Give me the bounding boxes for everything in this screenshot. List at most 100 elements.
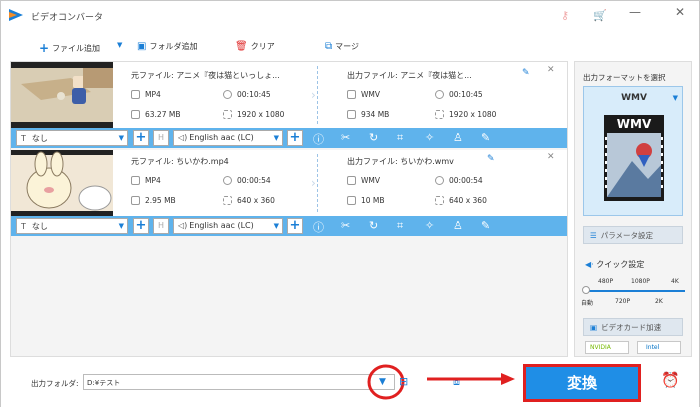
subtitle-edit-icon[interactable]: ✎ bbox=[481, 131, 490, 144]
audio-select[interactable]: ◁) English aac (LC) ▼ bbox=[173, 130, 283, 146]
quality-2k: 2K bbox=[655, 298, 663, 305]
source-format: MP4 bbox=[131, 90, 161, 99]
add-folder-button[interactable]: ▣ フォルダ追加 bbox=[137, 41, 197, 52]
scissors-icon[interactable]: ✂ bbox=[341, 219, 350, 232]
file-icon bbox=[131, 196, 140, 205]
speaker-icon: ◁) bbox=[178, 221, 188, 230]
clock-icon bbox=[223, 176, 232, 185]
remove-file-icon[interactable]: ✕ bbox=[547, 152, 555, 162]
convert-button[interactable]: 変換 bbox=[523, 364, 641, 402]
arrow-annotation bbox=[427, 373, 515, 385]
divider bbox=[317, 154, 318, 212]
effects-icon[interactable]: ✧ bbox=[425, 131, 434, 144]
chevron-down-icon: ▼ bbox=[118, 222, 124, 230]
merge-button[interactable]: ⧉ マージ bbox=[325, 41, 359, 52]
add-folder-label: フォルダ追加 bbox=[149, 42, 198, 51]
source-resolution: 640 x 360 bbox=[223, 196, 275, 205]
format-icon bbox=[347, 176, 356, 185]
info-icon[interactable]: ⓘ bbox=[313, 131, 324, 147]
quality-auto: 自動 bbox=[581, 300, 594, 307]
intel-badge[interactable]: Intel bbox=[637, 341, 681, 354]
arrow-right-icon: › bbox=[311, 88, 316, 102]
title-bar: ビデオコンバータ ⚷ 🛒 — ✕ bbox=[1, 1, 699, 29]
output-size: 934 MB bbox=[347, 110, 389, 119]
edit-icon[interactable]: ✎ bbox=[522, 68, 530, 78]
add-subtitle-button[interactable]: + bbox=[133, 218, 149, 234]
output-folder-label: 出力フォルダ: bbox=[31, 379, 79, 388]
quick-settings-label: ◀· クイック設定 bbox=[585, 260, 645, 269]
subtitle-edit-icon[interactable]: ✎ bbox=[481, 219, 490, 232]
open-folder-icon[interactable]: ⊟ bbox=[399, 375, 408, 388]
quality-slider[interactable] bbox=[585, 290, 685, 292]
clock-icon bbox=[435, 90, 444, 99]
close-button[interactable]: ✕ bbox=[675, 5, 685, 19]
source-format: MP4 bbox=[131, 176, 161, 185]
quick-settings-icon: ◀· bbox=[585, 260, 594, 269]
output-folder-dropdown-icon[interactable]: ▼ bbox=[379, 377, 386, 387]
source-size: 63.27 MB bbox=[131, 110, 180, 119]
trash-icon: 🗑 bbox=[235, 41, 248, 52]
file-action-bar: T なし ▼ + H ◁) English aac (LC) ▼ + ⓘ ✂ ↻ ⌗… bbox=[11, 128, 567, 148]
info-icon[interactable]: ⓘ bbox=[313, 219, 324, 235]
format-icon bbox=[131, 90, 140, 99]
subtitle-select[interactable]: T なし ▼ bbox=[16, 218, 128, 234]
gpu-acceleration-button[interactable]: ▣ ビデオカード加速 bbox=[583, 318, 683, 336]
format-icon bbox=[347, 90, 356, 99]
resolution-icon bbox=[435, 110, 444, 119]
output-resolution: 1920 x 1080 bbox=[435, 110, 496, 119]
add-subtitle-button[interactable]: + bbox=[133, 130, 149, 146]
video-thumbnail bbox=[11, 150, 113, 216]
minimize-button[interactable]: — bbox=[629, 5, 641, 19]
arrow-right-icon: › bbox=[311, 176, 316, 190]
quality-4k: 4K bbox=[671, 278, 679, 285]
file-row[interactable]: 元ファイル: ちいかわ.mp4 MP4 00:00:54 2.95 MB 640… bbox=[11, 150, 567, 216]
effects-icon[interactable]: ✧ bbox=[425, 219, 434, 232]
gpu-icon: ▣ bbox=[590, 323, 598, 332]
quality-slider-handle[interactable] bbox=[582, 286, 590, 294]
audio-select[interactable]: ◁) English aac (LC) ▼ bbox=[173, 218, 283, 234]
output-file-name: 出力ファイル: アニメ『夜は猫と... bbox=[347, 71, 472, 80]
sliders-icon: ☰ bbox=[590, 231, 597, 240]
remove-file-icon[interactable]: ✕ bbox=[547, 65, 555, 75]
add-file-dropdown-icon[interactable]: ▼ bbox=[117, 41, 122, 49]
hevc-icon[interactable]: H bbox=[153, 130, 169, 146]
watermark-icon[interactable]: ♙ bbox=[453, 219, 463, 232]
crop-icon[interactable]: ⌗ bbox=[397, 219, 403, 233]
add-audio-button[interactable]: + bbox=[287, 218, 303, 234]
clock-icon bbox=[223, 90, 232, 99]
output-duration: 00:10:45 bbox=[435, 90, 483, 99]
file-list: 元ファイル: アニメ『夜は猫といっしょ... MP4 00:10:45 63.2… bbox=[10, 61, 568, 357]
hevc-icon[interactable]: H bbox=[153, 218, 169, 234]
source-file-name: 元ファイル: アニメ『夜は猫といっしょ... bbox=[131, 71, 280, 80]
crop-icon[interactable]: ⌗ bbox=[397, 131, 403, 145]
watermark-icon[interactable]: ♙ bbox=[453, 131, 463, 144]
rotate-icon[interactable]: ↻ bbox=[369, 219, 378, 232]
format-selector[interactable]: WMV ▼ WMV bbox=[583, 86, 683, 216]
chevron-down-icon: ▼ bbox=[273, 134, 279, 142]
source-resolution: 1920 x 1080 bbox=[223, 110, 284, 119]
source-duration: 00:00:54 bbox=[223, 176, 271, 185]
file-row[interactable]: 元ファイル: アニメ『夜は猫といっしょ... MP4 00:10:45 63.2… bbox=[11, 62, 567, 128]
parameter-settings-button[interactable]: ☰ パラメータ設定 bbox=[583, 226, 683, 244]
clear-button[interactable]: 🗑 クリア bbox=[235, 41, 275, 52]
divider bbox=[317, 66, 318, 124]
edit-icon[interactable]: ✎ bbox=[487, 154, 495, 164]
nvidia-badge[interactable]: NVIDIA bbox=[585, 341, 629, 354]
output-file-name: 出力ファイル: ちいかわ.wmv bbox=[347, 157, 454, 166]
alarm-clock-icon[interactable]: ⏰ bbox=[661, 371, 680, 389]
text-icon: T bbox=[21, 134, 26, 143]
scissors-icon[interactable]: ✂ bbox=[341, 131, 350, 144]
output-folder-input[interactable]: D:¥テスト bbox=[83, 374, 395, 390]
video-thumbnail bbox=[11, 62, 113, 128]
resolution-icon bbox=[223, 196, 232, 205]
rotate-icon[interactable]: ↻ bbox=[369, 131, 378, 144]
add-file-button[interactable]: + ファイル追加 bbox=[39, 41, 100, 55]
key-icon[interactable]: ⚷ bbox=[561, 9, 569, 22]
subtitle-select[interactable]: T なし ▼ bbox=[16, 130, 128, 146]
cart-icon[interactable]: 🛒 bbox=[593, 9, 607, 22]
format-badge: WMV bbox=[616, 117, 652, 131]
add-audio-button[interactable]: + bbox=[287, 130, 303, 146]
bottom-bar: 出力フォルダ: D:¥テスト ▼ ⊟ ⧈ 変換 ⏰ bbox=[1, 359, 699, 407]
output-duration: 00:00:54 bbox=[435, 176, 483, 185]
app-window: ビデオコンバータ ⚷ 🛒 — ✕ + ファイル追加 ▼ ▣ フォルダ追加 🗑 ク… bbox=[0, 0, 700, 407]
